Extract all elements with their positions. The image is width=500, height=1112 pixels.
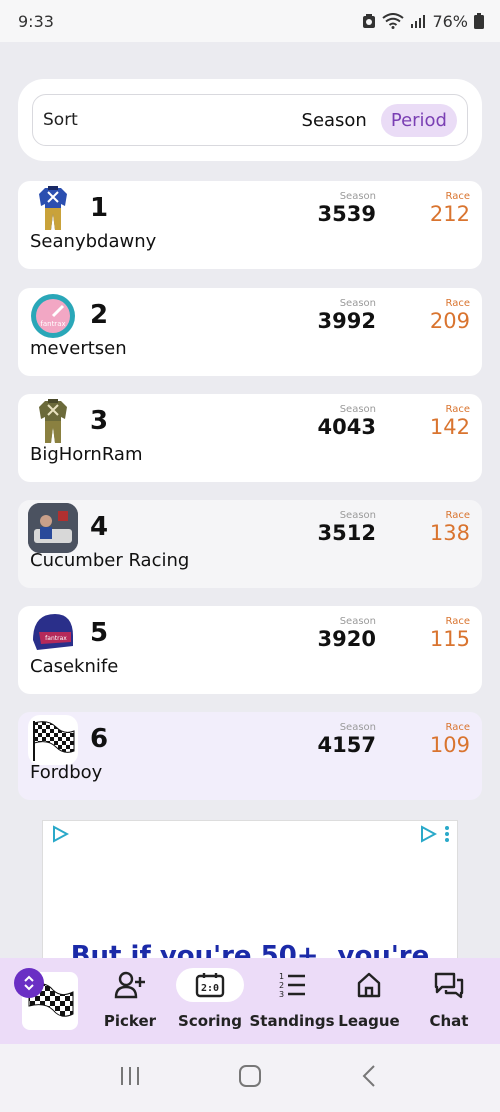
season-label: Season: [339, 404, 376, 415]
ad-more-icon[interactable]: [445, 826, 449, 846]
signal-icon: [410, 13, 426, 29]
season-points: 4157: [317, 733, 376, 757]
season-label: Season: [339, 510, 376, 521]
season-points: 3920: [317, 627, 376, 651]
standing-card[interactable]: 6 Fordboy Season 4157 Race 109: [18, 712, 482, 800]
svg-text:2: 2: [279, 981, 284, 990]
svg-text:fantrax: fantrax: [40, 320, 65, 328]
notification-icon: [362, 13, 376, 29]
season-label: Season: [339, 298, 376, 309]
helmet-icon: fantrax: [28, 609, 78, 659]
suit-green-icon: [28, 397, 78, 447]
photo-icon: [28, 503, 78, 553]
race-points: 209: [429, 309, 470, 333]
standing-card[interactable]: 3 BigHornRam Season 4043 Race 142: [18, 394, 482, 482]
sort-panel: Sort Season Period: [18, 79, 482, 161]
rank-number: 1: [90, 193, 109, 223]
season-points: 3992: [317, 309, 376, 333]
sort-period-option[interactable]: Period: [380, 103, 457, 137]
battery-percent: 76%: [432, 11, 468, 31]
battery-icon: [474, 13, 484, 29]
svg-text:fantrax: fantrax: [45, 635, 67, 642]
nav-label: Scoring: [178, 1012, 242, 1030]
standing-card[interactable]: 4 Cucumber Racing Season 3512 Race 138: [18, 500, 482, 588]
race-label: Race: [445, 191, 470, 202]
rank-number: 3: [90, 406, 109, 436]
gauge-icon: fantrax: [28, 291, 78, 341]
season-label: Season: [339, 616, 376, 627]
race-points: 212: [429, 202, 470, 226]
standing-card[interactable]: fantrax 5 Caseknife Season 3920 Race 115: [18, 606, 482, 694]
standing-card[interactable]: 1 Seanybdawny Season 3539 Race 212: [18, 181, 482, 269]
race-points: 142: [429, 415, 470, 439]
team-name: Seanybdawny: [30, 231, 157, 252]
race-points: 115: [429, 627, 470, 651]
team-name: BigHornRam: [30, 444, 143, 465]
status-bar: 9:33 76%: [0, 0, 500, 42]
race-label: Race: [445, 404, 470, 415]
season-label: Season: [339, 191, 376, 202]
suit-blue-icon: [28, 184, 78, 234]
nav-picker[interactable]: Picker: [90, 968, 170, 1030]
nav-label: League: [338, 1012, 400, 1030]
team-name: Cucumber Racing: [30, 550, 190, 571]
nav-chat[interactable]: Chat: [409, 968, 489, 1030]
ad-banner[interactable]: But if you're 50+, you're: [42, 820, 458, 960]
team-name: mevertsen: [30, 338, 127, 359]
scoreboard-icon: 2:0: [176, 968, 244, 1002]
nav-scoring[interactable]: 2:0 Scoring: [170, 968, 250, 1030]
ad-choices-icon[interactable]: [419, 825, 438, 847]
home-icon: [335, 968, 403, 1002]
rank-number: 6: [90, 724, 109, 754]
race-points: 109: [429, 733, 470, 757]
nav-label: Standings: [249, 1012, 335, 1030]
sort-season-option[interactable]: Season: [292, 104, 377, 137]
rank-number: 2: [90, 300, 109, 330]
recent-apps-icon[interactable]: [118, 1064, 142, 1092]
nav-league[interactable]: League: [329, 968, 409, 1030]
team-name: Caseknife: [30, 656, 119, 677]
nav-label: Picker: [103, 1012, 157, 1030]
status-time: 9:33: [18, 11, 54, 31]
system-nav-bar: [0, 1044, 500, 1112]
standing-card[interactable]: fantrax 2 mevertsen Season 3992 Race 209: [18, 288, 482, 376]
svg-text:2:0: 2:0: [201, 983, 219, 994]
season-points: 3512: [317, 521, 376, 545]
race-label: Race: [445, 616, 470, 627]
nav-standings[interactable]: 123 Standings: [249, 968, 335, 1030]
add-person-icon: [96, 968, 164, 1002]
home-button-icon[interactable]: [238, 1064, 262, 1092]
season-points: 4043: [317, 415, 376, 439]
team-name: Fordboy: [30, 762, 103, 783]
checkered-flag-icon: [28, 715, 78, 765]
ad-play-icon: [51, 825, 70, 848]
race-label: Race: [445, 298, 470, 309]
season-points: 3539: [317, 202, 376, 226]
svg-text:3: 3: [279, 990, 284, 999]
chat-icon: [415, 968, 483, 1002]
race-label: Race: [445, 510, 470, 521]
race-label: Race: [445, 722, 470, 733]
ranked-list-icon: 123: [258, 968, 326, 1002]
back-icon[interactable]: [358, 1064, 382, 1092]
bottom-nav: Picker 2:0 Scoring 123 Standings League …: [0, 958, 500, 1044]
nav-label: Chat: [429, 1012, 469, 1030]
wifi-icon: [382, 13, 405, 29]
rank-number: 5: [90, 618, 109, 648]
swap-team-icon[interactable]: [14, 968, 44, 998]
rank-number: 4: [90, 512, 109, 542]
svg-text:1: 1: [279, 972, 284, 981]
race-points: 138: [429, 521, 470, 545]
sort-control: Sort Season Period: [32, 94, 468, 146]
sort-label: Sort: [43, 110, 78, 130]
season-label: Season: [339, 722, 376, 733]
